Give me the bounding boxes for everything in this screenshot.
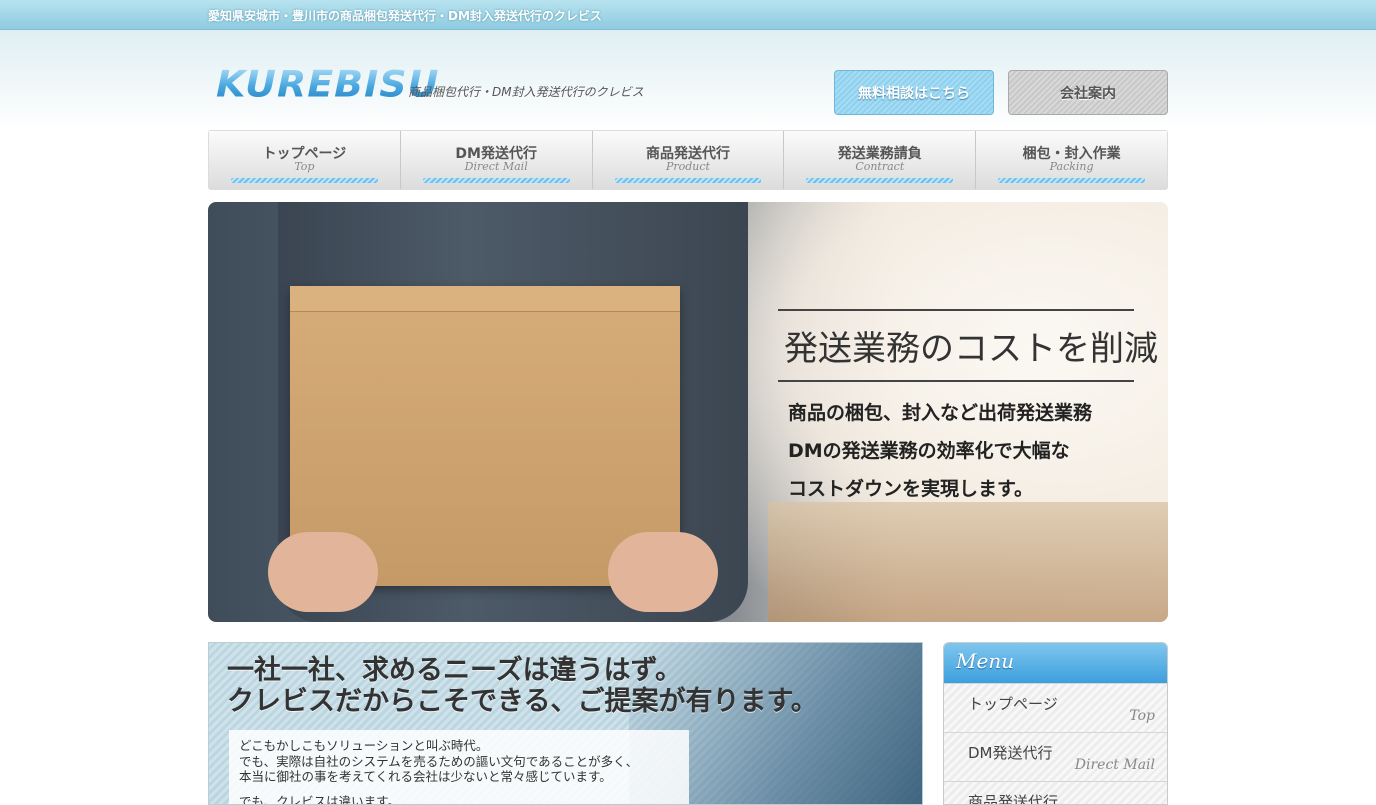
side-menu-item-label: DM発送代行 [968, 744, 1053, 762]
hero-line-2: DMの発送業務の効率化で大幅な [788, 440, 1070, 462]
intro-heading-line-1: 一社一社、求めるニーズは違うはず。 [227, 655, 682, 686]
nav-item-sublabel: Packing [1049, 160, 1094, 173]
top-strip: 愛知県安城市・豊川市の商品梱包発送代行・DM封入発送代行のクレビス [0, 0, 1376, 30]
intro-section: 一社一社、求めるニーズは違うはず。 クレビスだからこそできる、ご提案が有ります。… [208, 642, 923, 805]
site-logo[interactable]: KUREBISU [216, 63, 440, 105]
site-description: 愛知県安城市・豊川市の商品梱包発送代行・DM封入発送代行のクレビス [208, 9, 602, 23]
intro-text-box: どこもかしこもソリューションと叫ぶ時代。 でも、実際は自社のシステムを売るための… [229, 730, 689, 805]
nav-item-direct-mail[interactable]: DM発送代行 Direct Mail [400, 131, 593, 189]
hand-left-image [268, 532, 378, 612]
side-menu-title: Menu [944, 643, 1167, 683]
nav-item-packing[interactable]: 梱包・封入作業 Packing [976, 131, 1167, 189]
hero-title: 発送業務のコストを削減 [784, 329, 1158, 369]
nav-item-contract[interactable]: 発送業務請負 Contract [784, 131, 977, 189]
side-menu-item-sublabel: Direct Mail [1074, 757, 1155, 773]
nav-item-product[interactable]: 商品発送代行 Product [592, 131, 785, 189]
side-menu-item-top[interactable]: トップページ Top [944, 683, 1167, 732]
side-menu-item-label: トップページ [968, 695, 1058, 713]
nav-stripe-decoration [806, 178, 954, 183]
nav-item-sublabel: Top [294, 160, 315, 173]
intro-body-line-3: 本当に御社の事を考えてくれる会社は少ないと常々感じています。 [239, 769, 612, 784]
nav-stripe-decoration [231, 178, 378, 183]
intro-heading-line-2: クレビスだからこそできる、ご提案が有ります。 [227, 686, 818, 717]
hero-line-1: 商品の梱包、封入など出荷発送業務 [788, 402, 1093, 424]
company-info-button[interactable]: 会社案内 [1008, 70, 1168, 115]
nav-item-sublabel: Contract [855, 160, 905, 173]
free-consultation-button[interactable]: 無料相談はこちら [834, 70, 994, 115]
intro-body-line-4: でも、クレビスは違います。 [239, 793, 400, 805]
nav-item-top[interactable]: トップページ Top [209, 131, 401, 189]
hand-right-image [608, 532, 718, 612]
nav-stripe-decoration [614, 178, 762, 183]
side-menu-item-product[interactable]: 商品発送代行 [944, 781, 1167, 805]
hero-banner: 発送業務のコストを削減 商品の梱包、封入など出荷発送業務 DMの発送業務の効率化… [208, 202, 1168, 622]
site-tagline: 商品梱包代行・DM封入発送代行のクレビス [408, 85, 644, 99]
hero-line-3: コストダウンを実現します。 [788, 478, 1034, 500]
global-nav: トップページ Top DM発送代行 Direct Mail 商品発送代行 Pro… [208, 130, 1168, 190]
intro-heading: 一社一社、求めるニーズは違うはず。 クレビスだからこそできる、ご提案が有ります。 [227, 655, 818, 717]
side-menu-item-label: 商品発送代行 [968, 793, 1059, 805]
hero-text-panel: 発送業務のコストを削減 商品の梱包、封入など出荷発送業務 DMの発送業務の効率化… [778, 309, 1158, 508]
nav-item-sublabel: Product [665, 160, 710, 173]
header [0, 30, 1376, 130]
hero-background-boxes [768, 502, 1168, 622]
side-menu: Menu トップページ Top DM発送代行 Direct Mail 商品発送代… [943, 642, 1168, 805]
nav-item-sublabel: Direct Mail [464, 160, 528, 173]
cardboard-box-flap [290, 286, 680, 312]
nav-stripe-decoration [998, 178, 1145, 183]
side-menu-item-sublabel: Top [1129, 708, 1155, 724]
side-menu-item-direct-mail[interactable]: DM発送代行 Direct Mail [944, 732, 1167, 781]
nav-stripe-decoration [422, 178, 570, 183]
intro-body-line-2: でも、実際は自社のシステムを売るための謳い文句であることが多く、 [239, 753, 639, 769]
intro-body-line-1: どこもかしこもソリューションと叫ぶ時代。 [239, 738, 489, 753]
hero-body: 商品の梱包、封入など出荷発送業務 DMの発送業務の効率化で大幅な コストダウンを… [778, 382, 1134, 508]
